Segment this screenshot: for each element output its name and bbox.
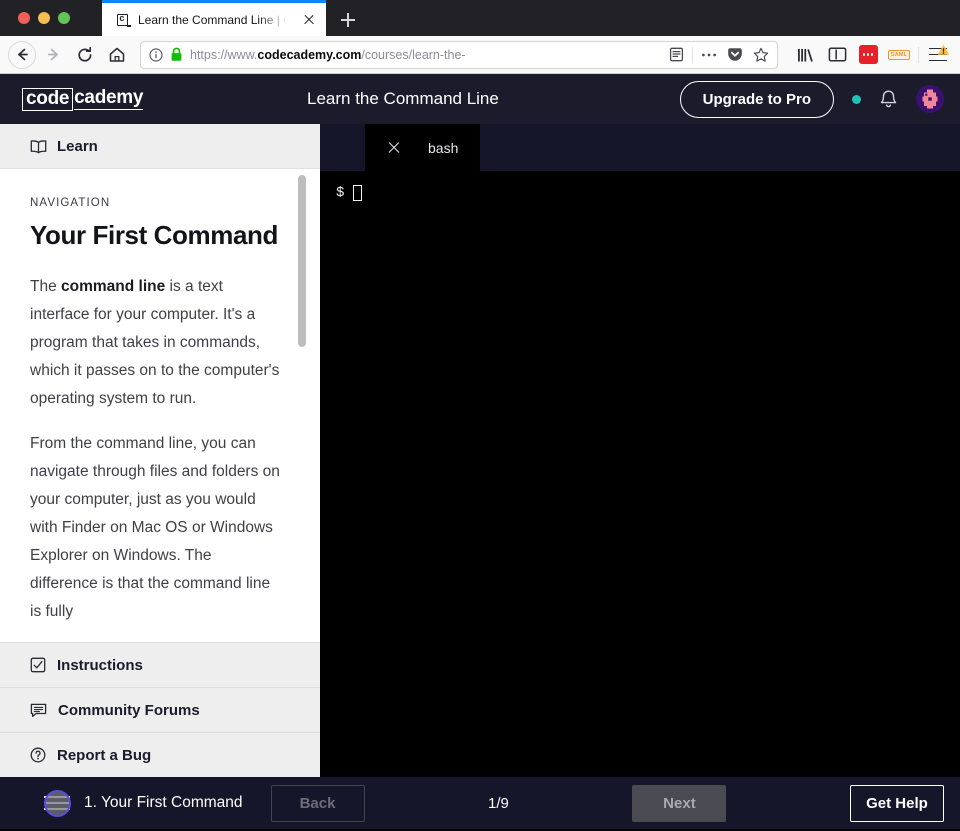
- saml-label: SAML: [887, 49, 911, 60]
- get-help-button[interactable]: Get Help: [849, 784, 944, 822]
- sidebar-item-label: Instructions: [57, 656, 143, 674]
- star-bookmark-icon[interactable]: [749, 43, 773, 67]
- tab-close-icon[interactable]: [300, 11, 318, 29]
- lesson-paragraph-2: From the command line, you can navigate …: [30, 434, 280, 620]
- sidebar-item-learn[interactable]: Learn: [0, 124, 320, 169]
- browser-toolbar-right: SAML: [792, 41, 952, 69]
- terminal-cursor: [353, 185, 363, 201]
- paragraph1-pre: The: [30, 277, 62, 295]
- page-actions-icon[interactable]: [697, 43, 721, 67]
- next-button[interactable]: Next: [632, 784, 727, 822]
- sidebar-item-community-forums[interactable]: Community Forums: [0, 687, 320, 732]
- library-icon[interactable]: [792, 41, 820, 69]
- url-path: /courses/learn-the-: [361, 47, 466, 62]
- divider: [692, 46, 693, 63]
- tab-title: Learn the Command Line | Cod: [138, 12, 292, 27]
- page-counter: 1/9: [488, 794, 509, 812]
- logo-boxed-text: code: [22, 87, 74, 111]
- browser-titlebar: c Learn the Command Line | Cod: [0, 0, 960, 36]
- terminal-prompt-line: $: [336, 185, 944, 201]
- home-button[interactable]: [102, 40, 132, 70]
- address-bar-actions: [664, 43, 773, 67]
- maximize-window-button[interactable]: [58, 12, 70, 24]
- main-content: Learn NAVIGATION Your First Command The …: [0, 124, 960, 777]
- app-menu-button[interactable]: [924, 41, 952, 69]
- book-icon: [30, 139, 47, 153]
- sidebar-item-label: Community Forums: [58, 701, 200, 719]
- extension-icon[interactable]: [854, 41, 882, 69]
- speech-bubble-icon: [30, 703, 47, 717]
- sidebar-item-label: Report a Bug: [57, 746, 152, 764]
- divider: [918, 46, 919, 63]
- favicon-letter: c: [116, 13, 128, 26]
- warning-triangle-icon: [937, 44, 950, 55]
- url-scheme: https://www.: [190, 47, 258, 62]
- terminal-pane: bash $: [320, 124, 960, 777]
- codecademy-logo[interactable]: code cademy: [22, 87, 144, 111]
- user-avatar[interactable]: [916, 85, 944, 113]
- forward-arrow-icon: [47, 48, 58, 61]
- lesson-title: Your First Command: [30, 220, 279, 250]
- logo-rest-text: cademy: [74, 87, 144, 110]
- notifications-bell-icon[interactable]: [879, 89, 898, 110]
- avatar-image: [916, 85, 944, 113]
- minimize-window-button[interactable]: [38, 12, 50, 24]
- app-menu-icon: [925, 42, 951, 68]
- close-window-button[interactable]: [18, 12, 30, 24]
- terminal-tab-close-icon[interactable]: [387, 141, 401, 155]
- back-button[interactable]: [8, 40, 36, 69]
- tab-favicon-icon: c: [114, 12, 131, 28]
- lesson-menu-icon[interactable]: [44, 794, 70, 812]
- paragraph1-bold: command line: [61, 277, 166, 295]
- url-domain: codecademy.com: [257, 47, 362, 62]
- terminal-prompt-symbol: $: [336, 185, 345, 201]
- paragraph1-post: is a text interface for your computer. I…: [30, 277, 280, 407]
- lock-icon[interactable]: [170, 47, 183, 62]
- lesson-paragraph-1: The command line is a text interface for…: [30, 273, 280, 413]
- page-title: Learn the Command Line: [307, 89, 499, 108]
- sidebar-learn-label: Learn: [57, 137, 98, 155]
- address-bar[interactable]: https://www.codecademy.com/courses/learn…: [140, 40, 778, 69]
- terminal-output[interactable]: $: [320, 171, 960, 777]
- browser-tab[interactable]: c Learn the Command Line | Cod: [102, 0, 326, 36]
- question-circle-icon: [30, 747, 46, 763]
- saml-extension-icon[interactable]: SAML: [885, 41, 913, 69]
- reload-button[interactable]: [70, 40, 100, 70]
- sidebar-links: Instructions Community Forums Report a B…: [0, 642, 320, 777]
- current-lesson-name: 1. Your First Command: [84, 794, 243, 811]
- sidebar-item-report-a-bug[interactable]: Report a Bug: [0, 732, 320, 777]
- back-arrow-icon: [17, 48, 28, 61]
- online-status-dot: [852, 94, 861, 104]
- forward-button[interactable]: [38, 40, 68, 70]
- extension-red-badge: [858, 45, 878, 64]
- back-button[interactable]: Back: [270, 784, 365, 822]
- favicon-underscore: [127, 25, 131, 27]
- upgrade-to-pro-button[interactable]: Upgrade to Pro: [679, 80, 834, 118]
- reload-icon: [78, 46, 92, 62]
- sidebar-icon[interactable]: [823, 41, 851, 69]
- window-traffic-lights: [0, 12, 70, 36]
- terminal-tab-label: bash: [428, 139, 459, 156]
- checkbox-icon: [30, 657, 46, 673]
- terminal-tab-bar: bash: [320, 124, 960, 171]
- url-text: https://www.codecademy.com/courses/learn…: [190, 48, 657, 62]
- sidebar-item-instructions[interactable]: Instructions: [0, 642, 320, 687]
- reader-view-icon[interactable]: [664, 43, 688, 67]
- terminal-tab-bash[interactable]: bash: [365, 124, 481, 171]
- lesson-sidebar: Learn NAVIGATION Your First Command The …: [0, 124, 320, 777]
- navigation-label: NAVIGATION: [30, 197, 111, 209]
- browser-navbar: https://www.codecademy.com/courses/learn…: [0, 36, 960, 74]
- header-actions: Upgrade to Pro: [679, 80, 944, 118]
- app-header: code cademy Learn the Command Line Upgra…: [0, 74, 960, 124]
- page-info-icon[interactable]: [149, 47, 163, 62]
- home-icon: [109, 47, 125, 62]
- lesson-content: NAVIGATION Your First Command The comman…: [0, 169, 320, 642]
- lesson-bottom-bar: 1. Your First Command Back 1/9 Next Get …: [0, 777, 960, 829]
- new-tab-button[interactable]: [334, 8, 362, 32]
- pocket-icon[interactable]: [723, 43, 747, 67]
- sidebar-scrollbar-thumb[interactable]: [298, 175, 306, 347]
- sidebar-scrollbar-track[interactable]: [298, 169, 313, 642]
